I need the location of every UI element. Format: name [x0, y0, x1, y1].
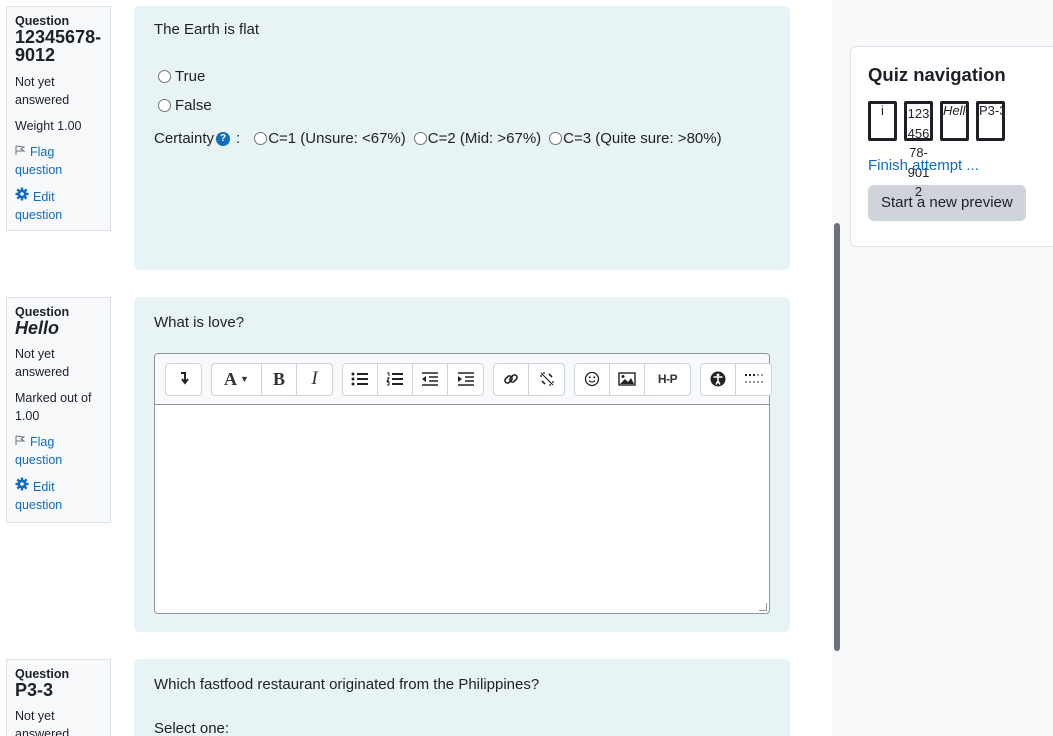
indent-icon[interactable] — [448, 364, 483, 395]
quiz-navigation-block: Quiz navigation i 12345678-9012 Hello P3… — [850, 46, 1053, 247]
radio-true[interactable] — [158, 70, 171, 83]
editor-text-area[interactable] — [155, 405, 769, 613]
question-state: Not yet answered — [15, 347, 70, 379]
certainty-option-2[interactable]: C=2 (Mid: >67%) — [413, 130, 542, 147]
collapse-icon[interactable] — [166, 364, 201, 395]
option-true-label: True — [175, 68, 206, 85]
question-content-2: What is love? A ▼ B I H-P — [134, 297, 790, 632]
question-label: Question — [15, 305, 70, 319]
font-style-icon[interactable]: A ▼ — [212, 363, 262, 395]
question-text: What is love? — [154, 314, 245, 331]
outdent-icon[interactable] — [413, 363, 448, 395]
certainty-row: Certainty ? : C=1 (Unsure: <67%) C=2 (Mi… — [154, 130, 770, 147]
resize-handle[interactable] — [759, 603, 767, 611]
quiz-nav-buttons: i 12345678-9012 Hello P3-3 — [868, 101, 1052, 199]
nav-button-label: P3-3 — [979, 104, 1002, 118]
help-icon[interactable]: ? — [216, 131, 231, 146]
edit-question-link[interactable]: Edit question — [15, 477, 102, 514]
question-number: 12345678-9012 — [15, 27, 102, 65]
edit-question-link[interactable]: Edit question — [15, 187, 102, 224]
accessibility-icon[interactable] — [701, 363, 736, 395]
question-info-2: Question Hello Not yet answered Marked o… — [6, 297, 111, 523]
question-number: P3-3 — [15, 680, 54, 700]
radio-c1[interactable] — [254, 132, 268, 145]
question-info-1: Question 12345678-9012 Not yet answered … — [6, 6, 111, 231]
flag-question-link[interactable]: Flag question — [15, 143, 102, 179]
unlink-icon[interactable] — [529, 364, 564, 395]
bold-icon[interactable]: B — [262, 363, 297, 395]
italic-icon[interactable]: I — [297, 364, 332, 395]
certainty-option-1[interactable]: C=1 (Unsure: <67%) — [254, 130, 406, 147]
question-state: Not yet answered — [15, 709, 70, 736]
option-true[interactable]: True — [158, 68, 770, 85]
image-icon[interactable] — [610, 363, 645, 395]
select-one-label: Select one: — [154, 720, 230, 736]
question-grade: Weight 1.00 — [15, 119, 82, 133]
toolbar-group-media: H-P — [574, 362, 691, 396]
gear-icon — [15, 477, 29, 496]
radio-false[interactable] — [158, 99, 171, 112]
nav-button-label: 12345678-9012 — [907, 106, 930, 199]
question-content-1: The Earth is flat True False Certainty ?… — [134, 6, 790, 270]
question-label: Question — [15, 667, 70, 681]
start-new-preview-button[interactable]: Start a new preview — [868, 185, 1026, 221]
certainty-option-1-label: C=1 (Unsure: <67%) — [268, 130, 406, 147]
radio-c2[interactable] — [413, 132, 427, 145]
quiz-navigation-title: Quiz navigation — [868, 64, 1006, 85]
finish-attempt-link[interactable]: Finish attempt ... — [868, 157, 1052, 175]
question-label: Question — [15, 14, 70, 28]
editor-toolbar: A ▼ B I H-P — [155, 354, 772, 405]
emoji-icon[interactable] — [575, 363, 610, 395]
certainty-separator: : — [236, 130, 241, 147]
question-info-3: Question P3-3 Not yet answered — [6, 659, 111, 736]
question-number: Hello — [15, 318, 60, 338]
flag-question-link[interactable]: Flag question — [15, 433, 102, 469]
link-icon[interactable] — [494, 363, 529, 395]
gear-icon — [15, 187, 29, 206]
certainty-option-2-label: C=2 (Mid: >67%) — [427, 130, 542, 147]
question-grade: Marked out of 1.00 — [15, 391, 92, 423]
question-text: The Earth is flat — [154, 21, 260, 38]
option-false[interactable]: False — [158, 97, 770, 114]
toolbar-group-style: A ▼ B I — [211, 362, 333, 396]
option-false-label: False — [175, 97, 212, 114]
certainty-label: Certainty — [154, 130, 215, 147]
nav-button-label: Hello — [943, 104, 966, 118]
nav-button-q3[interactable]: P3-3 — [976, 101, 1005, 141]
question-state: Not yet answered — [15, 75, 70, 107]
nav-button-q1[interactable]: 12345678-9012 — [904, 101, 933, 199]
certainty-option-3-label: C=3 (Quite sure: >80%) — [563, 130, 722, 147]
toolbar-group-more — [700, 362, 772, 396]
toolbar-group-collapse — [165, 362, 202, 396]
text-editor[interactable]: A ▼ B I H-P — [154, 353, 772, 614]
h5p-icon[interactable]: H-P — [645, 364, 690, 395]
nav-button-q2[interactable]: Hello — [940, 101, 969, 141]
certainty-option-3[interactable]: C=3 (Quite sure: >80%) — [549, 130, 722, 147]
nav-button-label: i — [881, 104, 884, 118]
more-icon[interactable] — [736, 364, 771, 395]
question-text: Which fastfood restaurant originated fro… — [154, 676, 540, 693]
question-content-3: Which fastfood restaurant originated fro… — [134, 659, 790, 736]
page-scrollbar[interactable] — [834, 223, 840, 651]
flag-icon — [15, 143, 26, 161]
numbered-list-icon[interactable] — [378, 363, 413, 395]
nav-button-info[interactable]: i — [868, 101, 897, 141]
radio-c3[interactable] — [549, 132, 563, 145]
toolbar-group-links — [493, 362, 565, 396]
toolbar-group-lists — [342, 362, 484, 396]
flag-icon — [15, 433, 26, 451]
bullet-list-icon[interactable] — [343, 363, 378, 395]
